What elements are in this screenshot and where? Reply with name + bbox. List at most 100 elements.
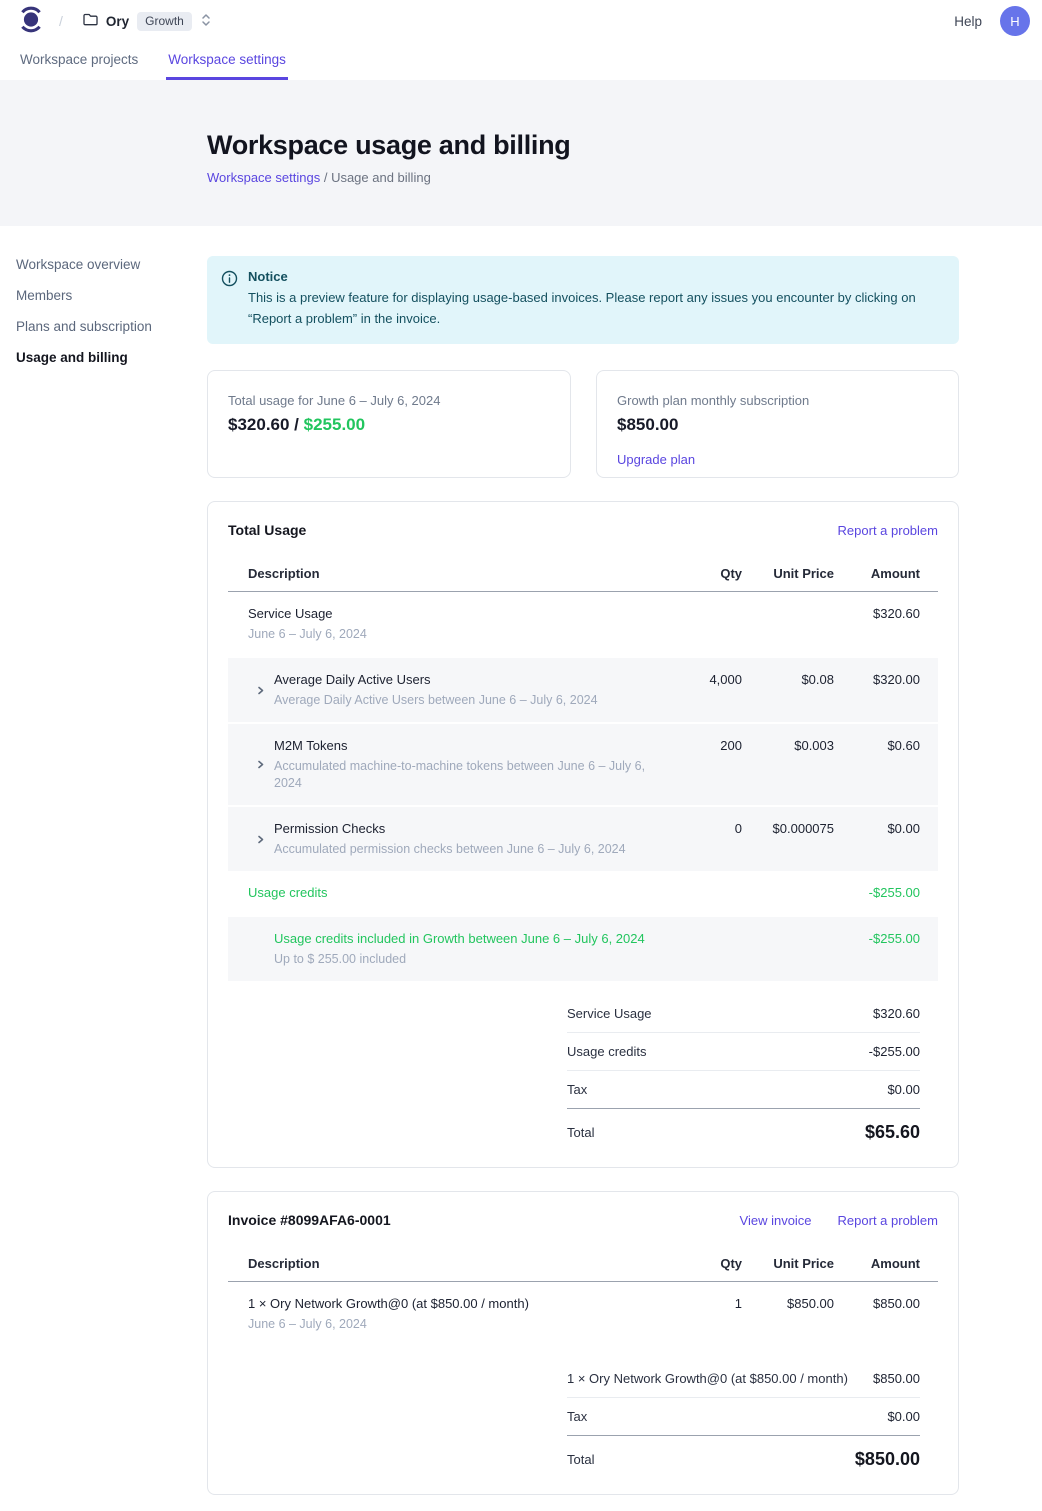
view-invoice-link[interactable]: View invoice (740, 1213, 812, 1228)
table-row: M2M Tokens Accumulated machine-to-machin… (228, 724, 938, 805)
tab-label: Workspace settings (168, 52, 286, 67)
row-description: Permission Checks Accumulated permission… (228, 820, 672, 858)
summary-value: $320.60 (873, 1006, 920, 1021)
row-description: Service Usage June 6 – July 6, 2024 (228, 605, 672, 643)
subscription-card: Growth plan monthly subscription $850.00… (596, 370, 959, 478)
row-unit-price: $850.00 (742, 1295, 834, 1313)
usage-total-row: Total $65.60 (567, 1109, 920, 1163)
sidebar-item[interactable]: Usage and billing (16, 349, 128, 367)
chevron-updown-icon (200, 12, 212, 31)
sidebar-item-label: Plans and subscription (16, 319, 152, 334)
breadcrumb: Workspace settings / Usage and billing (207, 170, 959, 185)
summary-row: Tax $0.00 (567, 1071, 920, 1109)
row-qty: 1 (672, 1295, 742, 1313)
chevron-right-icon[interactable] (255, 759, 266, 770)
row-amount: $0.00 (834, 820, 920, 838)
subscription-amount: $850.00 (617, 415, 938, 435)
usage-panel-title: Total Usage (228, 522, 306, 538)
sidebar-item-label: Members (16, 288, 72, 303)
chevron-right-icon[interactable] (255, 685, 266, 696)
row-subtitle: June 6 – July 6, 2024 (248, 1316, 529, 1333)
total-usage-card: Total usage for June 6 – July 6, 2024 $3… (207, 370, 571, 478)
summary-row: Usage credits -$255.00 (567, 1033, 920, 1071)
tab-label: Workspace projects (20, 52, 138, 67)
summary-label: Tax (567, 1082, 587, 1097)
row-title: 1 × Ory Network Growth@0 (at $850.00 / m… (248, 1295, 529, 1313)
breadcrumb-current: Usage and billing (331, 170, 431, 185)
table-row: 1 × Ory Network Growth@0 (at $850.00 / m… (228, 1282, 938, 1346)
invoice-panel: Invoice #8099AFA6-0001 View invoice Repo… (207, 1191, 959, 1495)
row-title: Usage credits included in Growth between… (274, 930, 645, 948)
row-amount: -$255.00 (834, 930, 920, 948)
page-hero: Workspace usage and billing Workspace se… (0, 80, 1042, 226)
total-value: $65.60 (865, 1122, 920, 1143)
usage-table: Description Qty Unit Price Amount Servic… (228, 560, 938, 981)
workspace-tabs: Workspace projects Workspace settings (0, 42, 1042, 80)
summary-row: Service Usage $320.60 (567, 995, 920, 1033)
summary-row: 1 × Ory Network Growth@0 (at $850.00 / m… (567, 1360, 920, 1398)
invoice-table-header: Description Qty Unit Price Amount (228, 1250, 938, 1282)
row-title: Permission Checks (274, 820, 626, 838)
total-usage-label: Total usage for June 6 – July 6, 2024 (228, 393, 550, 408)
breadcrumb-link[interactable]: Workspace settings (207, 170, 320, 185)
row-title: Average Daily Active Users (274, 671, 598, 689)
usage-summary: Service Usage $320.60 Usage credits -$25… (567, 995, 920, 1163)
col-unit-price: Unit Price (742, 566, 834, 581)
summary-value: $0.00 (887, 1082, 920, 1097)
row-qty: 4,000 (672, 671, 742, 689)
row-amount: $320.00 (834, 671, 920, 689)
col-qty: Qty (672, 566, 742, 581)
workspace-switcher[interactable]: Ory Growth (83, 12, 212, 31)
row-subtitle: Average Daily Active Users between June … (274, 692, 598, 709)
summary-label: 1 × Ory Network Growth@0 (at $850.00 / m… (567, 1371, 848, 1386)
invoice-summary: 1 × Ory Network Growth@0 (at $850.00 / m… (567, 1360, 920, 1490)
summary-value: $850.00 (873, 1371, 920, 1386)
total-usage-value: $320.60 / $255.00 (228, 415, 550, 435)
col-description: Description (228, 566, 672, 581)
sidebar-item[interactable]: Plans and subscription (16, 318, 152, 336)
summary-row: Tax $0.00 (567, 1398, 920, 1436)
report-problem-link[interactable]: Report a problem (838, 523, 938, 538)
usage-table-body: Service Usage June 6 – July 6, 2024 $320… (228, 592, 938, 981)
row-unit-price: $0.08 (742, 671, 834, 689)
row-amount: $850.00 (834, 1295, 920, 1313)
table-row: Service Usage June 6 – July 6, 2024 $320… (228, 592, 938, 656)
ory-logo[interactable] (20, 5, 42, 37)
invoice-table-body: 1 × Ory Network Growth@0 (at $850.00 / m… (228, 1282, 938, 1346)
notice-title: Notice (248, 269, 939, 284)
col-amount: Amount (834, 1256, 920, 1271)
sidebar-item-label: Usage and billing (16, 350, 128, 365)
chevron-right-icon[interactable] (255, 834, 266, 845)
help-link[interactable]: Help (954, 14, 982, 29)
total-usage-panel: Total Usage Report a problem Description… (207, 501, 959, 1168)
row-unit-price: $0.003 (742, 737, 834, 755)
col-description: Description (228, 1256, 672, 1271)
sidebar-item-label: Workspace overview (16, 257, 140, 272)
top-bar: / Ory Growth Help H (0, 0, 1042, 42)
row-amount: $320.60 (834, 605, 920, 623)
upgrade-plan-link[interactable]: Upgrade plan (617, 452, 695, 467)
sidebar-item[interactable]: Members (16, 287, 72, 305)
row-qty: 200 (672, 737, 742, 755)
page-title: Workspace usage and billing (207, 130, 959, 161)
row-description: Usage credits (228, 884, 672, 902)
col-qty: Qty (672, 1256, 742, 1271)
user-avatar[interactable]: H (1000, 6, 1030, 36)
row-subtitle: Accumulated permission checks between Ju… (274, 841, 626, 858)
folder-icon (83, 13, 98, 29)
breadcrumb-slash: / (59, 13, 63, 29)
notice-body: This is a preview feature for displaying… (248, 288, 939, 329)
plan-badge: Growth (137, 12, 192, 31)
table-row: Average Daily Active Users Average Daily… (228, 658, 938, 722)
report-problem-link[interactable]: Report a problem (838, 1213, 938, 1228)
sidebar-item[interactable]: Workspace overview (16, 256, 140, 274)
summary-label: Tax (567, 1409, 587, 1424)
total-label: Total (567, 1125, 594, 1140)
tab[interactable]: Workspace settings (166, 42, 288, 80)
row-title: M2M Tokens (274, 737, 672, 755)
usage-credit-amount: $255.00 (304, 415, 365, 434)
row-amount: -$255.00 (834, 884, 920, 902)
tab[interactable]: Workspace projects (18, 42, 140, 80)
row-title: Service Usage (248, 605, 367, 623)
info-icon (221, 269, 238, 329)
